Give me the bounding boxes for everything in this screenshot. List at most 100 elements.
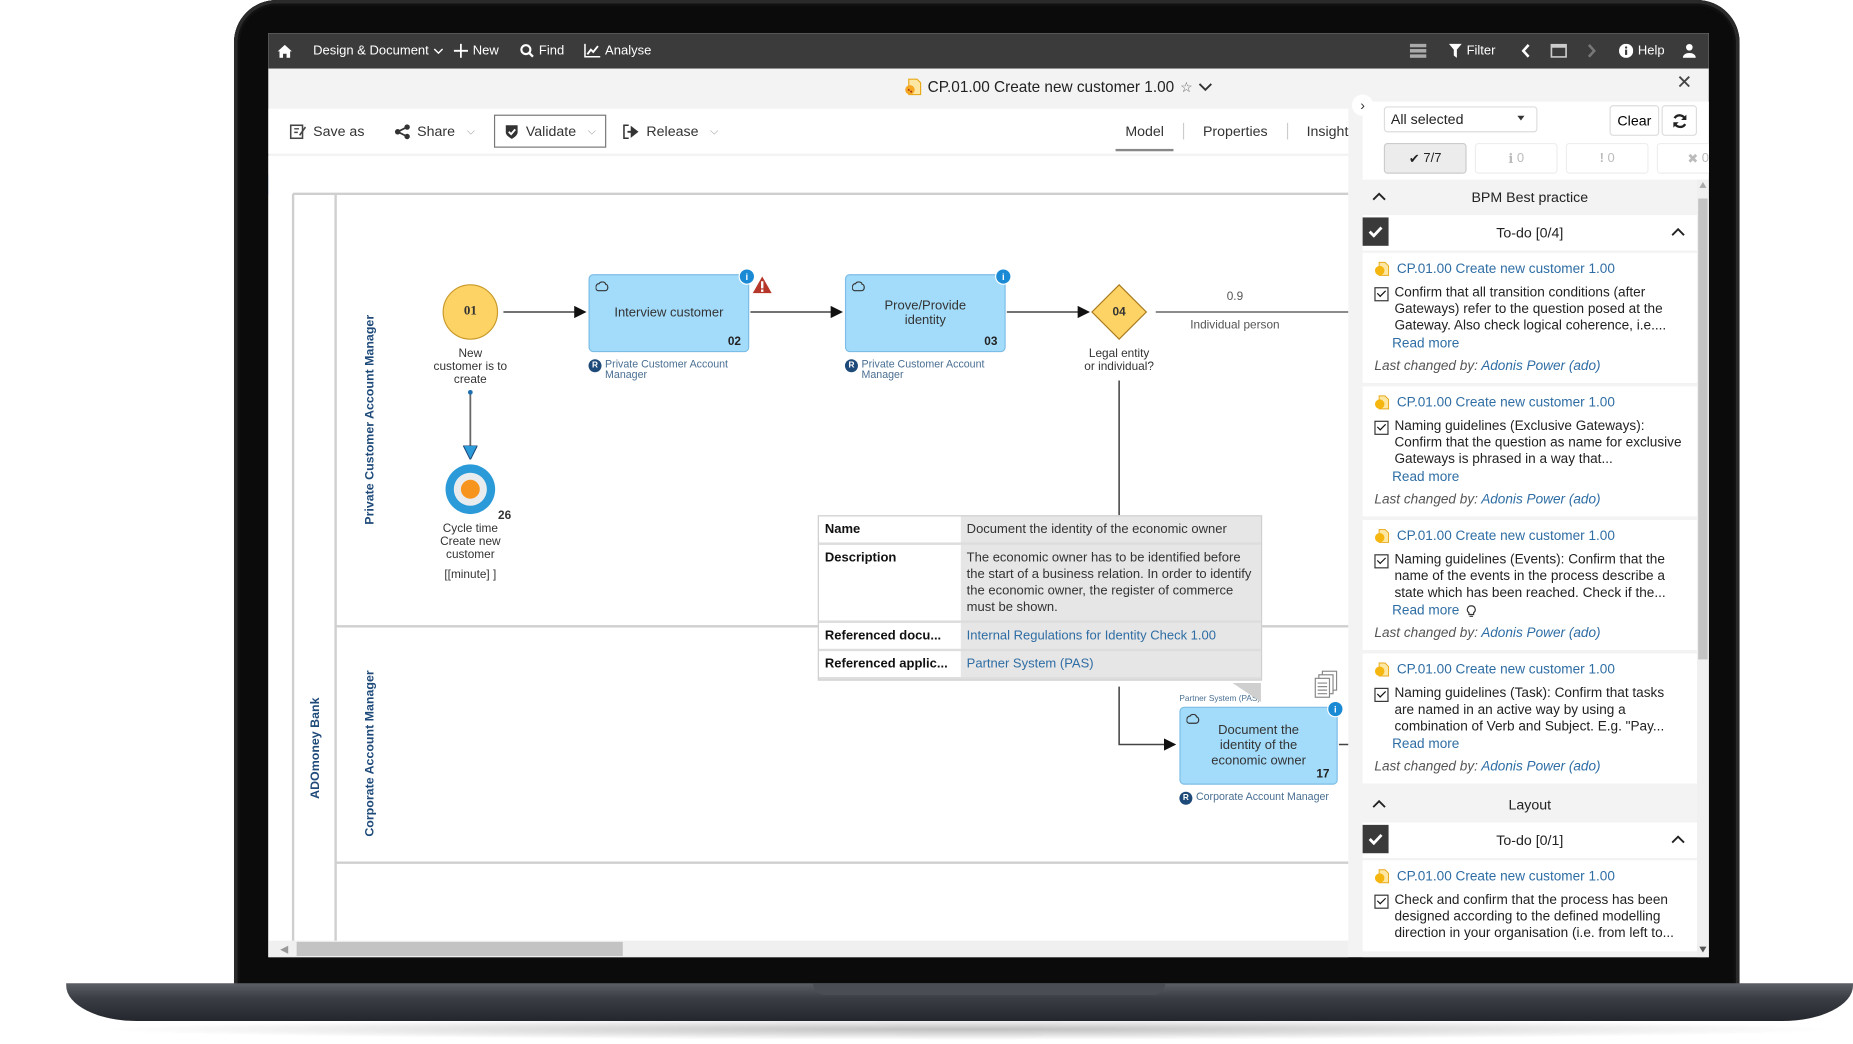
design-document-menu[interactable]: Design & Document xyxy=(313,33,443,68)
chevron-down-icon[interactable] xyxy=(1199,82,1213,91)
document-title[interactable]: CP.01.00 Create new customer 1.00 ☆ xyxy=(904,78,1213,96)
close-panel-button[interactable]: ✕ xyxy=(1676,71,1692,95)
model-link[interactable]: CP.01.00 Create new customer 1.00 xyxy=(1374,261,1685,276)
collapse-panel-button[interactable]: › xyxy=(1351,94,1374,116)
changed-by-user-link[interactable]: Adonis Power (ado) xyxy=(1481,760,1600,774)
referenced-document-link[interactable]: Internal Regulations for Identity Check … xyxy=(967,629,1216,643)
checkbox-checked-icon[interactable] xyxy=(1362,217,1389,246)
info-icon: i xyxy=(1508,150,1514,167)
filter-count: 7/7 xyxy=(1423,151,1442,166)
task-role[interactable]: R Private Customer Account Manager xyxy=(844,359,1010,380)
scroll-up-icon[interactable] xyxy=(1699,181,1707,188)
save-as-icon xyxy=(289,124,307,140)
kpi-label[interactable]: Cycle time Create new customer [[minute]… xyxy=(423,522,518,581)
user-button[interactable] xyxy=(1682,33,1696,68)
save-as-label: Save as xyxy=(313,122,365,140)
start-event-number[interactable]: 01 xyxy=(447,304,494,318)
flow-probability: 0.9 xyxy=(1226,290,1244,304)
item-checkbox[interactable] xyxy=(1374,554,1389,569)
clear-button[interactable]: Clear xyxy=(1609,105,1660,136)
task-document-identity[interactable]: Document the identity of the economic ow… xyxy=(1179,700,1344,785)
help-button[interactable]: Help xyxy=(1619,33,1665,68)
tooltip-key: Referenced applic... xyxy=(818,649,961,680)
vertical-scrollbar[interactable] xyxy=(1697,179,1709,958)
back-button[interactable] xyxy=(1521,33,1530,68)
tab-model[interactable]: Model xyxy=(1106,109,1182,154)
model-link[interactable]: CP.01.00 Create new customer 1.00 xyxy=(1374,869,1685,884)
changed-by-user-link[interactable]: Adonis Power (ado) xyxy=(1481,359,1600,373)
category-header-layout[interactable]: Layout xyxy=(1363,787,1697,822)
lane-label-corporate[interactable]: Corporate Account Manager xyxy=(363,670,377,836)
checkbox-checked-icon[interactable] xyxy=(1362,824,1389,854)
new-button[interactable]: New xyxy=(453,33,499,68)
model-link[interactable]: CP.01.00 Create new customer 1.00 xyxy=(1374,662,1685,677)
item-checkbox[interactable] xyxy=(1374,894,1389,909)
scroll-left-icon[interactable]: ◀ xyxy=(280,943,288,956)
item-checkbox[interactable] xyxy=(1374,687,1389,702)
category-header-bpm[interactable]: BPM Best practice xyxy=(1363,180,1697,215)
window-button[interactable] xyxy=(1550,33,1567,68)
todo-group-header[interactable]: To-do [0/1] xyxy=(1362,822,1698,861)
item-text: Confirm that all transition conditions (… xyxy=(1394,285,1667,334)
horizontal-scrollbar[interactable]: ◀ xyxy=(268,940,1349,958)
find-button[interactable]: Find xyxy=(520,33,564,68)
read-more-link[interactable]: Read more xyxy=(1392,470,1685,484)
filter-warning[interactable]: ! 0 xyxy=(1565,142,1649,174)
filter-button[interactable]: Filter xyxy=(1448,33,1495,68)
task-role[interactable]: R Private Customer Account Manager xyxy=(588,359,754,380)
lightbulb-icon[interactable] xyxy=(1466,604,1476,617)
validate-button[interactable]: Validate ⌵ xyxy=(493,114,607,148)
chevron-down-icon: ⌵ xyxy=(710,124,719,137)
diagram-canvas[interactable]: Private Customer Account Manager Corpora… xyxy=(268,155,1349,958)
changed-by-user-link[interactable]: Adonis Power (ado) xyxy=(1481,493,1600,507)
forward-button[interactable] xyxy=(1587,33,1596,68)
layout-toggle-button[interactable] xyxy=(1409,33,1427,68)
model-name: CP.01.00 Create new customer 1.00 xyxy=(1396,662,1615,677)
task-prove-identity[interactable]: Prove/Provide identity 03 i xyxy=(844,268,1012,353)
share-label: Share xyxy=(417,122,456,140)
referenced-application-link[interactable]: Partner System (PAS) xyxy=(967,657,1094,671)
task-type-icon xyxy=(1186,713,1200,724)
item-text: Naming guidelines (Task): Confirm that t… xyxy=(1394,686,1665,734)
info-badge-icon[interactable]: i xyxy=(995,268,1012,285)
refresh-button[interactable] xyxy=(1661,105,1698,136)
pool-label[interactable]: ADOmoney Bank xyxy=(308,697,322,798)
item-checkbox[interactable] xyxy=(1374,420,1389,435)
filter-passed[interactable]: ✔ 7/7 xyxy=(1383,142,1467,174)
save-as-button[interactable]: Save as xyxy=(289,116,365,147)
process-model-icon xyxy=(1374,528,1390,543)
gateway-number[interactable]: 04 xyxy=(1095,306,1142,319)
filter-info[interactable]: i 0 xyxy=(1474,142,1558,174)
task-role[interactable]: R Corporate Account Manager xyxy=(1179,791,1348,805)
tab-properties[interactable]: Properties xyxy=(1184,109,1286,154)
document-title-text: CP.01.00 Create new customer 1.00 xyxy=(927,77,1175,96)
scrollbar-thumb[interactable] xyxy=(1698,198,1708,660)
chevron-right-icon xyxy=(1587,44,1596,58)
chevron-up-icon xyxy=(1372,192,1386,201)
scope-select[interactable]: All selected xyxy=(1383,106,1538,133)
read-more-link[interactable]: Read more xyxy=(1392,337,1685,351)
todo-group-header[interactable]: To-do [0/4] xyxy=(1362,215,1698,253)
read-more-link[interactable]: Read more xyxy=(1392,737,1685,751)
info-badge-icon[interactable]: i xyxy=(738,268,756,285)
release-button[interactable]: Release ⌵ xyxy=(623,116,719,147)
item-checkbox[interactable] xyxy=(1374,287,1389,302)
process-model-icon xyxy=(1374,869,1390,884)
read-more-link[interactable]: Read more xyxy=(1392,604,1685,618)
scroll-down-icon[interactable] xyxy=(1699,946,1707,953)
design-document-label: Design & Document xyxy=(313,43,429,58)
lane-label-private[interactable]: Private Customer Account Manager xyxy=(363,315,377,525)
share-button[interactable]: Share ⌵ xyxy=(394,116,475,147)
model-link[interactable]: CP.01.00 Create new customer 1.00 xyxy=(1374,395,1685,410)
model-link[interactable]: CP.01.00 Create new customer 1.00 xyxy=(1374,528,1685,543)
tab-insight[interactable]: Insight xyxy=(1288,109,1349,154)
task-interview-customer[interactable]: Interview customer 02 i xyxy=(588,268,756,353)
info-badge-icon[interactable]: i xyxy=(1327,700,1344,718)
task-type-icon xyxy=(852,281,865,292)
filter-error[interactable]: ✖ 0 xyxy=(1656,142,1709,174)
favorite-star-icon[interactable]: ☆ xyxy=(1180,79,1193,96)
analyse-button[interactable]: Analyse xyxy=(584,33,651,68)
changed-by-user-link[interactable]: Adonis Power (ado) xyxy=(1481,626,1600,640)
home-button[interactable] xyxy=(277,33,292,68)
scrollbar-thumb[interactable] xyxy=(296,941,623,957)
